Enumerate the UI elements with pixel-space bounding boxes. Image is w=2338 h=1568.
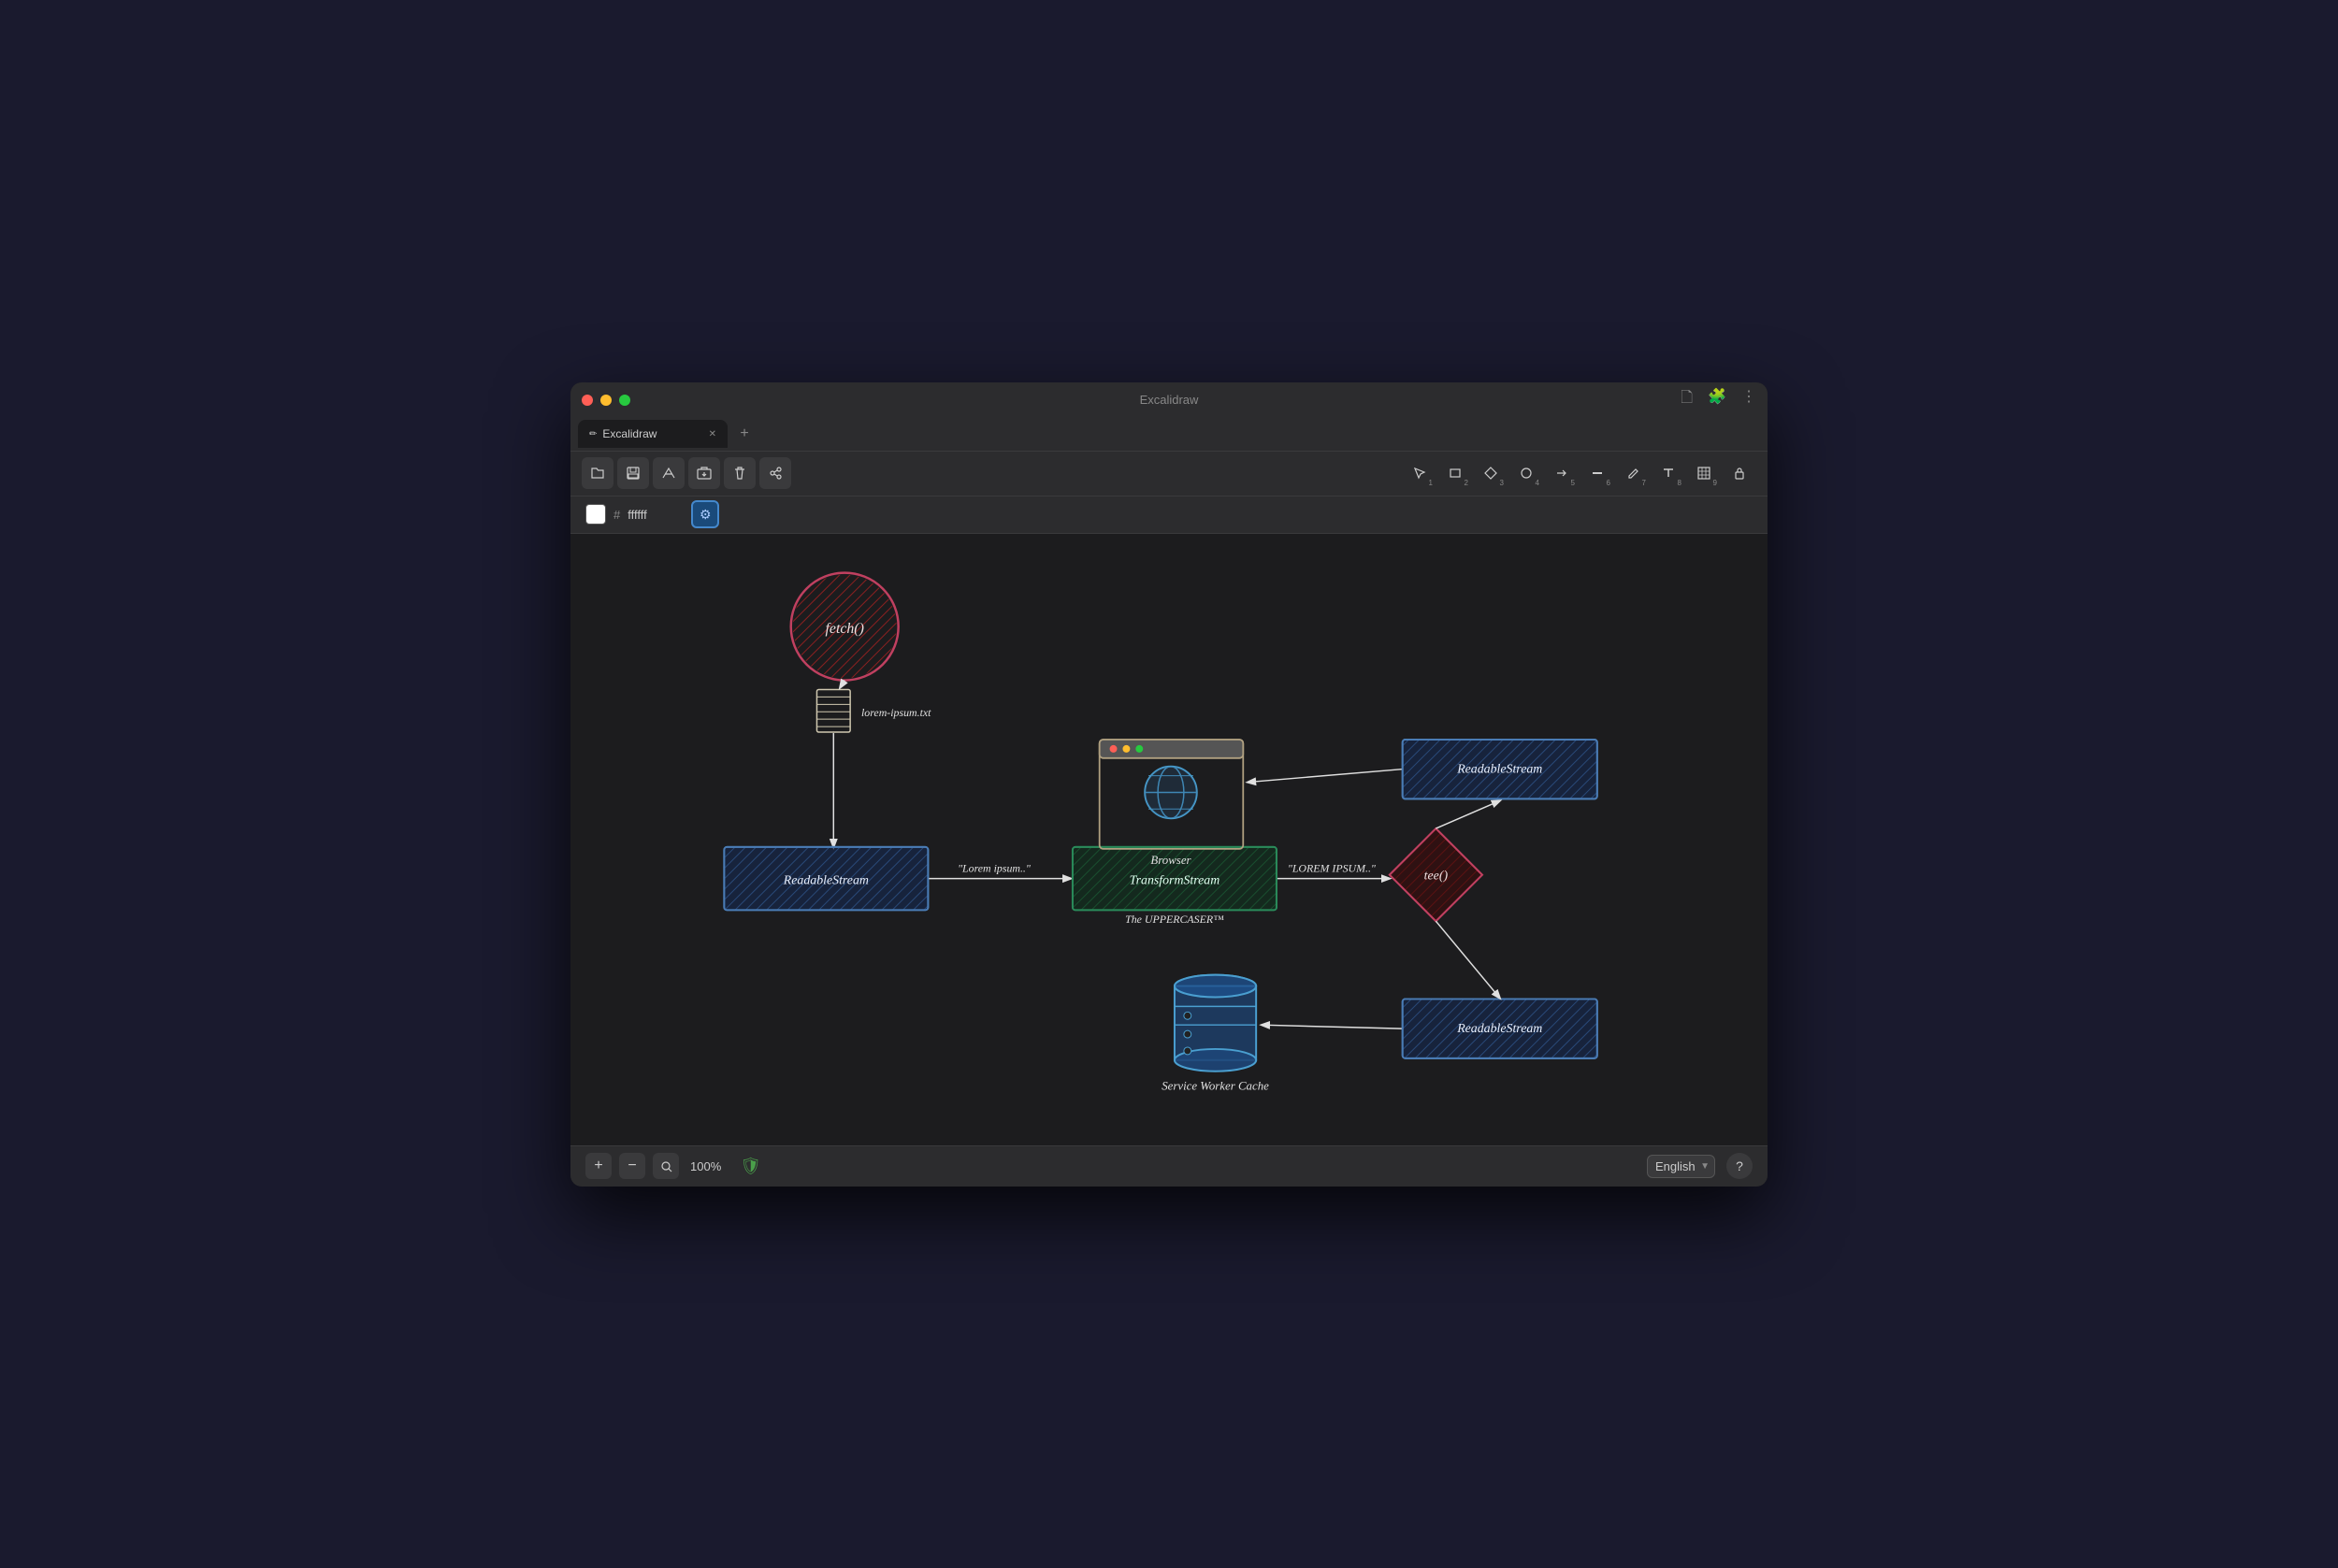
open-file-button[interactable] bbox=[582, 457, 613, 489]
svg-text:fetch(): fetch() bbox=[826, 621, 864, 637]
arrow-tool[interactable]: 5 bbox=[1545, 457, 1579, 489]
tab-bar: ✏ Excalidraw ✕ + bbox=[570, 418, 1768, 452]
help-button[interactable]: ? bbox=[1726, 1153, 1753, 1179]
maximize-button[interactable] bbox=[619, 395, 630, 406]
select-tool[interactable]: 1 bbox=[1403, 457, 1436, 489]
zoom-fit-button[interactable] bbox=[653, 1153, 679, 1179]
color-swatch[interactable] bbox=[585, 504, 606, 525]
puzzle-icon[interactable]: 🧩 bbox=[1708, 387, 1726, 412]
zoom-value: 100% bbox=[690, 1159, 721, 1173]
title-bar-icons: 🗋 🧩 ⋮ bbox=[1681, 387, 1756, 412]
settings-button[interactable]: ⚙ bbox=[691, 500, 719, 528]
circle-tool[interactable]: 4 bbox=[1509, 457, 1543, 489]
drawing-tools: 1 2 3 4 bbox=[1403, 457, 1756, 489]
bottom-bar: + − 100% 🛡 English ▼ ? bbox=[570, 1145, 1768, 1187]
hash-label: # bbox=[613, 508, 620, 522]
new-doc-icon[interactable]: 🗋 bbox=[1681, 387, 1693, 412]
svg-text:ReadableStream: ReadableStream bbox=[1456, 1022, 1542, 1036]
svg-text:"LOREM IPSUM..": "LOREM IPSUM.." bbox=[1288, 861, 1377, 874]
title-bar: Excalidraw 🗋 🧩 ⋮ bbox=[570, 382, 1768, 418]
share-button[interactable] bbox=[759, 457, 791, 489]
language-selector-wrapper: English ▼ bbox=[1647, 1155, 1715, 1178]
text-tool[interactable]: 8 bbox=[1652, 457, 1685, 489]
shield-icon: 🛡 bbox=[740, 1157, 761, 1176]
tab-label: Excalidraw bbox=[602, 427, 657, 440]
excalidraw-tab[interactable]: ✏ Excalidraw ✕ bbox=[578, 420, 728, 448]
zoom-minus-button[interactable]: − bbox=[619, 1153, 645, 1179]
svg-text:tee(): tee() bbox=[1424, 869, 1449, 883]
color-input[interactable] bbox=[628, 508, 684, 522]
close-button[interactable] bbox=[582, 395, 593, 406]
collab-button[interactable] bbox=[653, 457, 685, 489]
diagram: fetch() lorem-ipsum.txt bbox=[570, 534, 1768, 1145]
window-title: Excalidraw bbox=[1140, 393, 1199, 407]
color-bar: # ⚙ bbox=[570, 496, 1768, 534]
diamond-tool[interactable]: 3 bbox=[1474, 457, 1508, 489]
minimize-button[interactable] bbox=[600, 395, 612, 406]
pencil-tool[interactable]: 7 bbox=[1616, 457, 1650, 489]
bottom-right: English ▼ ? bbox=[1647, 1153, 1753, 1179]
traffic-lights bbox=[582, 395, 630, 406]
svg-text:ReadableStream: ReadableStream bbox=[1456, 762, 1542, 776]
table-tool[interactable]: 9 bbox=[1687, 457, 1721, 489]
export-button[interactable] bbox=[688, 457, 720, 489]
lock-tool[interactable] bbox=[1723, 457, 1756, 489]
svg-text:The UPPERCASER™: The UPPERCASER™ bbox=[1125, 913, 1224, 926]
tab-favicon: ✏ bbox=[589, 429, 597, 439]
new-tab-button[interactable]: + bbox=[731, 421, 758, 447]
mac-window: Excalidraw 🗋 🧩 ⋮ ✏ Excalidraw ✕ + bbox=[570, 382, 1768, 1187]
toolbar: 1 2 3 4 bbox=[570, 452, 1768, 496]
more-icon[interactable]: ⋮ bbox=[1741, 387, 1756, 412]
svg-text:lorem-ipsum.txt: lorem-ipsum.txt bbox=[861, 706, 931, 719]
language-select[interactable]: English bbox=[1647, 1155, 1715, 1178]
canvas-area[interactable]: fetch() lorem-ipsum.txt bbox=[570, 534, 1768, 1145]
zoom-plus-button[interactable]: + bbox=[585, 1153, 612, 1179]
tab-close-button[interactable]: ✕ bbox=[709, 429, 716, 439]
svg-text:Browser: Browser bbox=[1150, 853, 1191, 866]
svg-text:ReadableStream: ReadableStream bbox=[783, 873, 869, 887]
svg-text:TransformStream: TransformStream bbox=[1130, 873, 1220, 887]
rect-tool[interactable]: 2 bbox=[1438, 457, 1472, 489]
svg-text:Service Worker Cache: Service Worker Cache bbox=[1162, 1079, 1269, 1092]
save-button[interactable] bbox=[617, 457, 649, 489]
line-tool[interactable]: 6 bbox=[1580, 457, 1614, 489]
delete-button[interactable] bbox=[724, 457, 756, 489]
svg-text:"Lorem ipsum..": "Lorem ipsum.." bbox=[958, 861, 1032, 874]
zoom-controls: + − 100% 🛡 bbox=[585, 1153, 761, 1179]
